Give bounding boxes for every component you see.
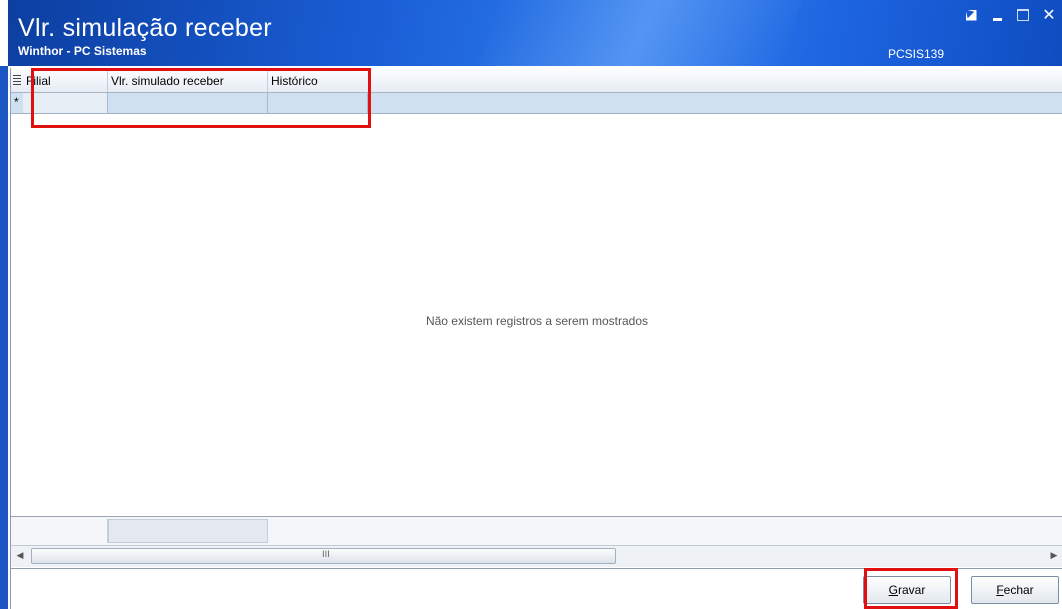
title-bar[interactable]: Vlr. simulação receber Winthor - PC Sist… [8, 0, 1062, 66]
window-left-border [0, 66, 8, 609]
window-title: Vlr. simulação receber [18, 14, 272, 42]
maximize-button[interactable] [1016, 8, 1030, 22]
scroll-thumb[interactable]: III [31, 548, 616, 564]
summary-cell-filial [23, 519, 108, 543]
close-label-rest: echar [1003, 583, 1034, 597]
minimize-icon [992, 17, 1002, 21]
column-header-historico[interactable]: Histórico [268, 70, 368, 92]
button-bar: Gravar Fechar [10, 569, 1062, 609]
grid-header: Filial Vlr. simulado receber Histórico [11, 70, 1062, 93]
new-row[interactable]: * [11, 93, 1062, 114]
program-code: PCSIS139 [888, 47, 945, 61]
save-mnemonic: G [888, 583, 898, 597]
new-row-cell-historico[interactable] [268, 93, 368, 113]
scroll-right-icon[interactable]: ▶ [1047, 549, 1061, 563]
new-row-indicator: * [14, 95, 19, 109]
save-label-rest: ravar [898, 583, 926, 597]
close-icon: ✕ [1042, 5, 1056, 24]
window-subtitle: Winthor - PC Sistemas [18, 44, 147, 58]
new-row-cell-vlr-simulado[interactable] [108, 93, 268, 113]
restore-icon [965, 9, 977, 21]
title-bar-decoration [466, 0, 810, 66]
data-grid: Filial Vlr. simulado receber Histórico *… [10, 68, 1062, 569]
thumb-grip: III [322, 550, 330, 560]
close-window-button[interactable]: Fechar [971, 576, 1059, 604]
scroll-left-icon[interactable]: ◀ [13, 549, 27, 563]
horizontal-scrollbar[interactable]: ◀ III ▶ [11, 545, 1062, 567]
minimize-button[interactable] [990, 8, 1004, 22]
summary-cell-vlr-simulado [108, 519, 268, 543]
new-row-cell-filial[interactable] [23, 93, 108, 113]
app-window: Vlr. simulação receber Winthor - PC Sist… [8, 0, 1062, 609]
close-button[interactable]: ✕ [1042, 5, 1056, 24]
column-header-filial[interactable]: Filial [23, 70, 108, 92]
restore-button[interactable] [964, 8, 978, 22]
window-controls: ✕ [964, 5, 1056, 24]
empty-message: Não existem registros a serem mostrados [425, 314, 649, 328]
column-header-vlr-simulado-receber[interactable]: Vlr. simulado receber [108, 70, 268, 92]
close-mnemonic: F [996, 583, 1004, 597]
save-button[interactable]: Gravar [863, 576, 951, 604]
summary-row [11, 516, 1062, 545]
column-chooser-icon[interactable] [13, 75, 21, 86]
maximize-icon [1017, 9, 1029, 21]
